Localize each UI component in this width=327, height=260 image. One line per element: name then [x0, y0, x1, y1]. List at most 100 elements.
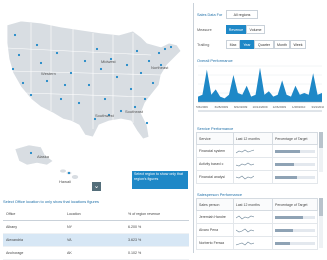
trailing-label: Trailing [197, 43, 210, 47]
col-office[interactable]: Office [3, 207, 64, 221]
map-panel[interactable]: Western Midwest Northeast Southwest Sout… [1, 3, 192, 193]
salesperson-table[interactable]: Sales person Last 12 months Percentage o… [196, 198, 318, 250]
target-bar [272, 170, 318, 184]
salesperson-name: Alvaro Pena [196, 223, 234, 237]
office-table-header: Office Location % of region revenue [3, 207, 189, 221]
measure-revenue-button[interactable]: Revenue [226, 25, 246, 34]
scrollbar-thumb[interactable] [319, 198, 323, 216]
col-salesperson[interactable]: Sales person [196, 198, 234, 211]
x-tick-label: 3/21/2010 [311, 105, 324, 109]
cell-office: Anchorage [3, 246, 64, 260]
target-bar [272, 157, 318, 171]
table-row[interactable]: Financial analysi [196, 170, 318, 184]
office-table-caption: Select Office location to only show that… [3, 199, 99, 204]
x-tick-label: 10/14/2009 [252, 105, 267, 109]
service-name: Activity based c [196, 157, 234, 171]
x-tick-label: 5/6/2009 [196, 105, 208, 109]
trailing-month-button[interactable]: Month [274, 40, 290, 49]
col-last12[interactable]: Last 12 months [232, 198, 274, 211]
table-row-selected[interactable]: Alexandria VA 3.623 % [3, 233, 189, 247]
salesperson-name: Jeremiah Handre [196, 210, 234, 224]
target-bar-fill [275, 149, 300, 153]
salesperson-performance-title: Salesperson Performance [197, 192, 242, 197]
scrollbar-thumb[interactable] [319, 132, 323, 148]
panel-divider [193, 3, 194, 253]
sparkline [232, 157, 274, 171]
col-pct-revenue[interactable]: % of region revenue [125, 207, 189, 221]
table-row[interactable]: Activity based c [196, 157, 318, 171]
region-tooltip: Select region to show only that region's… [132, 171, 188, 189]
col-service[interactable]: Service [196, 132, 234, 145]
target-bar-fill [275, 241, 291, 245]
service-name: Financial analysi [196, 170, 234, 184]
target-bar [272, 210, 318, 224]
overall-area-series [198, 67, 322, 102]
cell-pct: 3.623 % [125, 233, 189, 247]
trailing-year-button[interactable]: Year [240, 40, 254, 49]
cell-location: NY [64, 220, 125, 234]
service-scrollbar[interactable] [319, 132, 323, 172]
target-bar-fill [275, 228, 293, 232]
table-row[interactable]: Anchorage AK 0.102 % [3, 246, 189, 260]
region-label-hawaii: Hawaii [59, 179, 71, 184]
x-tick-label: 12/6/2009 [273, 105, 287, 109]
table-row[interactable]: Albany NY 6.200 % [3, 220, 189, 234]
target-bar [272, 223, 318, 237]
region-label-northeast: Northeast [151, 65, 169, 70]
target-bar [272, 236, 318, 250]
measure-label: Measure [197, 28, 212, 32]
cell-location: VA [64, 233, 125, 247]
service-table[interactable]: Service Last 12 months Percentage of Tar… [196, 132, 318, 184]
all-regions-button[interactable]: All regions [226, 10, 258, 19]
chevron-down-icon[interactable]: ⌄ [92, 182, 101, 191]
col-pct-target[interactable]: Percentage of Target [272, 198, 318, 211]
table-row[interactable]: Jeremiah Handre [196, 210, 318, 224]
table-row[interactable]: Norberto Fenwa [196, 236, 318, 250]
region-label-southwest: Southwest [95, 113, 115, 118]
cell-pct: 0.102 % [125, 246, 189, 260]
trailing-max-button[interactable]: Max [226, 40, 240, 49]
overall-performance-title: Overall Performance [197, 58, 233, 63]
us-mainland [6, 20, 182, 140]
trailing-quarter-button[interactable]: Quarter [254, 40, 274, 49]
x-tick-label: 6/28/2009 [215, 105, 229, 109]
sparkline [232, 236, 274, 250]
region-label-midwest: Midwest [101, 59, 117, 64]
target-bar-fill [275, 215, 303, 219]
salesperson-scrollbar[interactable] [319, 198, 323, 248]
table-row[interactable]: Financial system [196, 144, 318, 158]
sparkline [232, 223, 274, 237]
table-row[interactable]: Alvaro Pena [196, 223, 318, 237]
office-table[interactable]: Office Location % of region revenue Alba… [3, 207, 189, 260]
sparkline [232, 144, 274, 158]
salesperson-table-header: Sales person Last 12 months Percentage o… [196, 198, 318, 211]
service-name: Financial system [196, 144, 234, 158]
sparkline [232, 170, 274, 184]
measure-volume-button[interactable]: Volume [246, 25, 265, 34]
target-bar-fill [275, 162, 295, 166]
region-label-western: Western [41, 71, 56, 76]
col-last12[interactable]: Last 12 months [232, 132, 274, 145]
service-table-header: Service Last 12 months Percentage of Tar… [196, 132, 318, 145]
cell-pct: 6.200 % [125, 220, 189, 234]
col-pct-target[interactable]: Percentage of Target [272, 132, 318, 145]
overall-performance-chart[interactable]: 5/6/2009 6/28/2009 8/22/2009 10/14/2009 12/6… [196, 64, 324, 112]
range-slider-track [198, 110, 322, 112]
target-bar-fill [275, 175, 297, 179]
cell-office: Alexandria [3, 233, 64, 247]
cell-location: AK [64, 246, 125, 260]
us-map[interactable]: Western Midwest Northeast Southwest Sout… [1, 3, 192, 193]
hawaii-shape [60, 169, 79, 179]
salesperson-name: Norberto Fenwa [196, 236, 234, 250]
x-tick-label: 1/28/2010 [292, 105, 306, 109]
trailing-week-button[interactable]: Week [290, 40, 306, 49]
x-tick-label: 8/22/2009 [234, 105, 248, 109]
region-label-alaska: Alaska [37, 154, 50, 159]
service-performance-title: Service Performance [197, 126, 234, 131]
sales-data-label: Sales Data For [197, 13, 223, 17]
target-bar [272, 144, 318, 158]
cell-office: Albany [3, 220, 64, 234]
region-label-southeast: Southeast [125, 109, 144, 114]
col-location[interactable]: Location [64, 207, 125, 221]
sparkline [232, 210, 274, 224]
